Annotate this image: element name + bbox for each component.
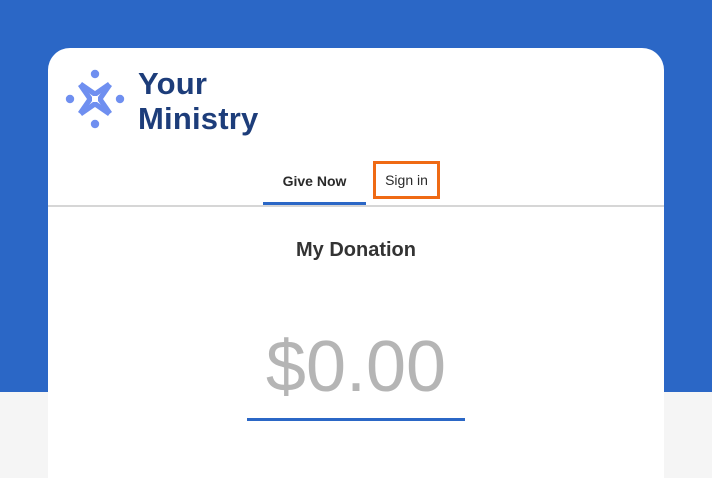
ministry-logo-icon [65,69,125,129]
brand-line-2: Ministry [138,101,259,136]
top-tabs: Give Now Sign in [48,160,664,205]
donation-amount-input[interactable]: $0.00 [247,324,465,410]
tabs-divider [48,205,664,207]
ministry-logo: Your Ministry [62,66,258,136]
brand-line-1: Your [138,66,208,101]
tab-sign-in[interactable]: Sign in [373,161,440,199]
amount-underline [247,418,465,421]
donation-title: My Donation [296,239,416,261]
donation-card: Your Ministry Give Now Sign in My Donati… [48,48,664,478]
tab-give-now[interactable]: Give Now [263,160,366,205]
